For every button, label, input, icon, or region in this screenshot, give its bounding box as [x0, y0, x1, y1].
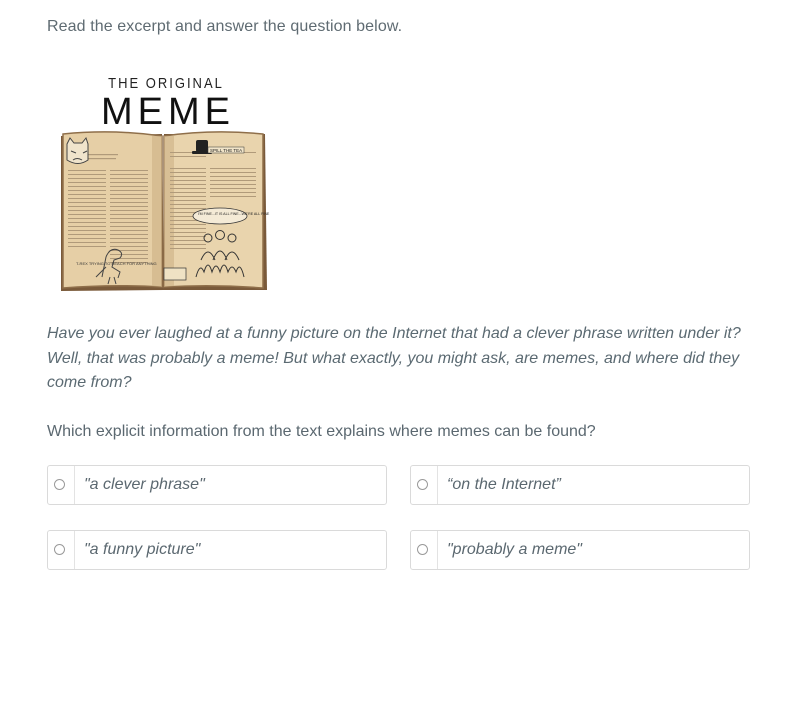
- radio-button[interactable]: [417, 479, 428, 490]
- answer-choice-label: "a funny picture": [84, 541, 201, 558]
- excerpt-passage: Have you ever laughed at a funny picture…: [47, 325, 741, 391]
- radio-button[interactable]: [54, 544, 65, 555]
- radio-button[interactable]: [417, 544, 428, 555]
- figure-caption-top: SPILL THE TEA: [210, 148, 242, 153]
- answer-choice-c[interactable]: "a funny picture": [47, 530, 387, 570]
- answer-choice-a[interactable]: "a clever phrase": [47, 465, 387, 505]
- figure-caption-left: T-REX TRYING TO REACH FOR ANYTHING: [76, 261, 157, 266]
- radio-cell: [411, 531, 438, 569]
- instruction-text: Read the excerpt and answer the question…: [47, 18, 403, 35]
- original-meme-illustration: THE ORIGINAL MEME T-REX TRYING TO REACH …: [61, 74, 270, 291]
- answer-choice-label: "probably a meme": [447, 541, 582, 558]
- radio-cell: [48, 466, 75, 504]
- question-page: Read the excerpt and answer the question…: [0, 0, 802, 711]
- answer-choice-b[interactable]: “on the Internet”: [410, 465, 750, 505]
- speech-bubble-text: I'M FINE...IT IS ALL FINE...WE'RE ALL FI…: [198, 212, 270, 216]
- figure-title-big: MEME: [101, 91, 235, 133]
- answer-choice-d[interactable]: "probably a meme": [410, 530, 750, 570]
- radio-button[interactable]: [54, 479, 65, 490]
- radio-cell: [48, 531, 75, 569]
- figure-title-small: THE ORIGINAL: [108, 74, 224, 91]
- answer-choice-label: "a clever phrase": [84, 476, 205, 493]
- radio-cell: [411, 466, 438, 504]
- question-text: Which explicit information from the text…: [47, 423, 596, 440]
- answer-choice-label: “on the Internet”: [447, 476, 561, 493]
